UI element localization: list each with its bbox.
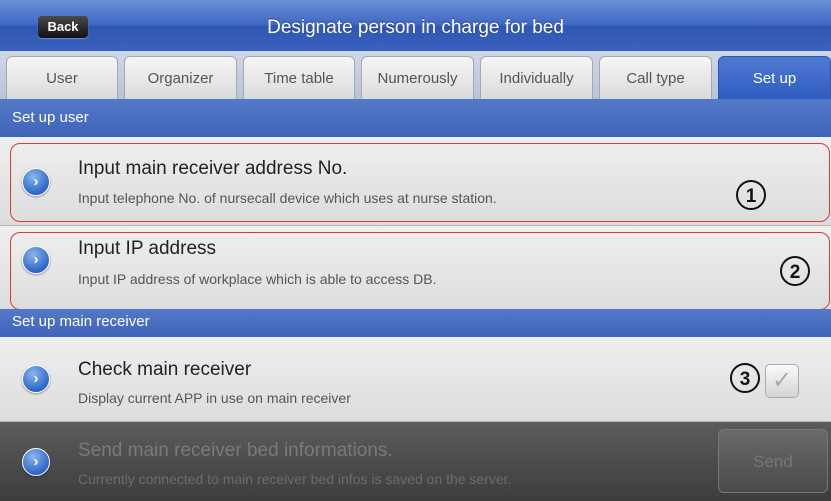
row-subtitle: Currently connected to main receiver bed… (78, 471, 512, 487)
check-main-receiver-checkbox[interactable]: ✓ (765, 364, 799, 398)
title-bar: Back Designate person in charge for bed (0, 0, 831, 52)
annotation-marker: 1 (736, 180, 766, 210)
send-bed-info-row: › Send main receiver bed informations. C… (0, 422, 831, 501)
tab-set-up[interactable]: Set up (718, 56, 831, 99)
tab-time-table[interactable]: Time table (243, 56, 355, 99)
chevron-right-icon: › (22, 448, 50, 476)
send-button[interactable]: Send (718, 429, 828, 493)
tab-numerously[interactable]: Numerously (361, 56, 474, 99)
tab-individually[interactable]: Individually (480, 56, 593, 99)
highlight-box (10, 143, 830, 222)
page-title: Designate person in charge for bed (267, 17, 564, 38)
tab-organizer[interactable]: Organizer (124, 56, 237, 99)
row-subtitle: Display current APP in use on main recei… (78, 390, 351, 406)
check-main-receiver-row[interactable]: › Check main receiver Display current AP… (0, 337, 831, 422)
annotation-marker: 3 (730, 363, 760, 393)
section-set-up-user: Set up user (0, 99, 831, 137)
tab-user[interactable]: User (6, 56, 118, 99)
row-title: Check main receiver (78, 359, 252, 380)
row-title: Send main receiver bed informations. (78, 440, 393, 461)
chevron-right-icon: › (22, 365, 50, 393)
highlight-box (10, 232, 830, 310)
tab-bar: User Organizer Time table Numerously Ind… (0, 51, 831, 99)
tab-call-type[interactable]: Call type (599, 56, 712, 99)
section-set-up-main-receiver: Set up main receiver (0, 309, 831, 337)
annotation-marker: 2 (780, 256, 810, 286)
